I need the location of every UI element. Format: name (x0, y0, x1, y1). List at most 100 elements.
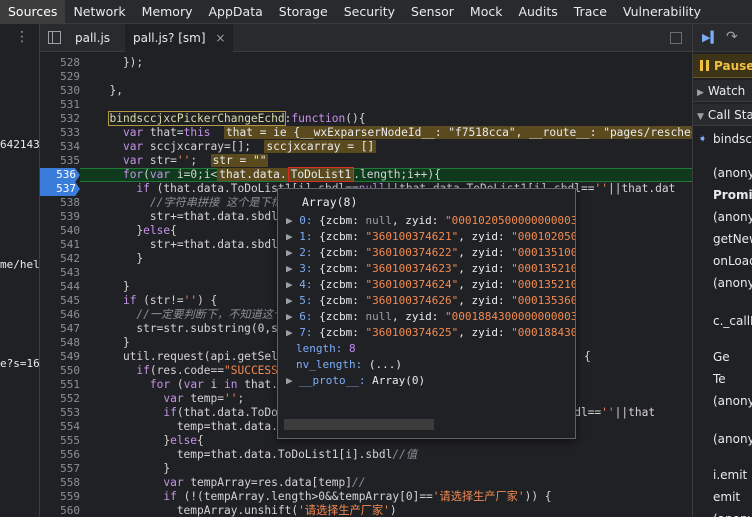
call-frame-item[interactable]: emit (693, 490, 752, 504)
call-frame-item[interactable]: (anonym (693, 512, 752, 517)
call-frame-item[interactable]: (anonym (693, 432, 752, 446)
code-line: if(res.code=="SUCCESS"){ (136, 364, 298, 377)
code-editor[interactable]: 528 529 530 531 532 533 534 535 536 537 538 539 540 5… (40, 52, 692, 517)
line-number[interactable]: 551 (40, 378, 80, 392)
call-frame-item[interactable]: i.emit (693, 468, 752, 482)
line-number[interactable]: 558 (40, 476, 80, 490)
resume-icon[interactable]: ▶▍ (702, 32, 719, 44)
step-over-icon[interactable]: ↷ (726, 30, 738, 44)
line-number[interactable]: 539 (40, 210, 80, 224)
line-number[interactable]: 546 (40, 308, 80, 322)
line-number[interactable]: 532 (40, 112, 80, 126)
tab-trace[interactable]: Trace (566, 0, 615, 24)
more-options-icon[interactable]: ⋮ (15, 30, 29, 44)
tab-vulnerability[interactable]: Vulnerability (615, 0, 709, 24)
array-entry-row[interactable]: ▶ 0: {zcbm: null, zyid: "000102050000000… (286, 213, 575, 229)
call-frame-item[interactable]: (anonym (693, 394, 752, 408)
call-frame-item[interactable]: Te (693, 372, 752, 386)
line-number[interactable]: 538 (40, 196, 80, 210)
line-number[interactable]: 534 (40, 140, 80, 154)
code-line: var sccjxcarray=[]; sccjxcarray = [] (122, 140, 377, 153)
tab-mock[interactable]: Mock (462, 0, 511, 24)
tab-network[interactable]: Network (65, 0, 133, 24)
line-number[interactable]: 529 (40, 70, 80, 84)
line-number[interactable]: 557 (40, 462, 80, 476)
call-stack-label: Call Stac (707, 108, 752, 122)
line-number[interactable]: 537 (40, 182, 80, 196)
line-number[interactable]: 541 (40, 238, 80, 252)
hover-value-popover[interactable]: Array(8) ▶ 0: {zcbm: null, zyid: "000102… (277, 188, 576, 439)
code-line: util.request(api.getSelect (96, 350, 299, 363)
call-frame-item[interactable]: (anonym (693, 276, 752, 290)
line-number[interactable]: 542 (40, 252, 80, 266)
tab-storage[interactable]: Storage (271, 0, 336, 24)
file-navigator-panel: ⋮ 642143 me/hel e?s=16 (0, 24, 40, 517)
code-line: } (96, 336, 130, 349)
array-entry-row[interactable]: ▶ 3: {zcbm: "360100374623", zyid: "00013… (286, 261, 575, 277)
proto-value: Array(0) (372, 374, 426, 387)
code-line: var str=''; str = "" (122, 154, 269, 167)
line-number[interactable]: 553 (40, 406, 80, 420)
line-number[interactable]: 559 (40, 490, 80, 504)
array-entry-row[interactable]: ▶ 7: {zcbm: "360100374625", zyid: "00018… (286, 325, 575, 341)
array-entry-row[interactable]: ▶ 2: {zcbm: "360100374622", zyid: "00013… (286, 245, 575, 261)
line-number[interactable]: 545 (40, 294, 80, 308)
line-number[interactable]: 531 (40, 98, 80, 112)
line-number[interactable]: 528 (40, 56, 80, 70)
line-number[interactable]: 560 (40, 504, 80, 517)
line-number[interactable]: 555 (40, 434, 80, 448)
line-number[interactable]: 540 (40, 224, 80, 238)
tab-appdata[interactable]: AppData (201, 0, 271, 24)
line-number[interactable]: 554 (40, 420, 80, 434)
line-number[interactable]: 535 (40, 154, 80, 168)
line-number[interactable]: 552 (40, 392, 80, 406)
code-line: var temp=''; (163, 392, 245, 405)
call-frame-item[interactable]: onLoad (693, 254, 752, 268)
paused-label: Paused (714, 59, 752, 73)
line-number[interactable]: 547 (40, 322, 80, 336)
tab-sensor[interactable]: Sensor (403, 0, 462, 24)
tab-audits[interactable]: Audits (510, 0, 565, 24)
call-frame-item[interactable]: bindsccj (693, 132, 752, 146)
line-number[interactable]: 550 (40, 364, 80, 378)
file-tab-pall-js-sm[interactable]: pall.js? [sm] × (125, 24, 234, 52)
line-number[interactable]: 548 (40, 336, 80, 350)
code-line: for (var i in that.dat (149, 378, 299, 391)
nv-length-row: nv_length: (...) (296, 357, 402, 373)
toggle-navigator-icon[interactable] (48, 31, 61, 44)
code-line: if (!(tempArray.length>0&&tempArray[0]==… (163, 490, 552, 503)
call-stack-section[interactable]: ▼Call Stac (693, 104, 752, 126)
line-number[interactable]: 549 (40, 350, 80, 364)
watch-label: Watch (707, 84, 746, 98)
array-entry-row[interactable]: ▶ 6: {zcbm: null, zyid: "000188430000000… (286, 309, 575, 325)
tab-security[interactable]: Security (336, 0, 403, 24)
line-number[interactable]: 530 (40, 84, 80, 98)
call-frame-item[interactable]: (anonym (693, 166, 752, 180)
line-number[interactable]: 544 (40, 280, 80, 294)
tab-memory[interactable]: Memory (134, 0, 201, 24)
watch-section[interactable]: ▶ Watch (693, 80, 752, 102)
array-entry-row[interactable]: ▶ 5: {zcbm: "360100374626", zyid: "00013… (286, 293, 575, 309)
tab-sources[interactable]: Sources (0, 0, 66, 24)
call-frame-item[interactable]: Ge (693, 350, 752, 364)
line-number[interactable]: 536 (40, 168, 80, 182)
call-frame-item[interactable]: (anonym (693, 210, 752, 224)
file-tab-label: pall.js? [sm] (133, 31, 206, 45)
array-entry-row[interactable]: ▶ 1: {zcbm: "360100374621", zyid: "00010… (286, 229, 575, 245)
call-frame-item[interactable]: getNew (693, 232, 752, 246)
file-tab-pall-js[interactable]: pall.js (67, 24, 118, 52)
popover-scrollbar[interactable] (284, 419, 434, 430)
line-number[interactable]: 533 (40, 126, 80, 140)
line-number[interactable]: 556 (40, 448, 80, 462)
code-line: }, (96, 84, 123, 97)
call-frame-item[interactable]: Promis (693, 188, 752, 202)
close-icon[interactable]: × (215, 31, 225, 45)
pause-icon (700, 60, 710, 71)
call-frame-item[interactable]: c._callP (693, 314, 752, 328)
line-number[interactable]: 543 (40, 266, 80, 280)
collapse-arrow-icon: ▶ (697, 88, 704, 98)
code-line: }else{ (96, 224, 177, 237)
array-entry-row[interactable]: ▶ 4: {zcbm: "360100374624", zyid: "00013… (286, 277, 575, 293)
proto-row[interactable]: ▶ __proto__: Array(0) (286, 373, 425, 389)
toggle-debugger-icon[interactable] (670, 32, 682, 44)
